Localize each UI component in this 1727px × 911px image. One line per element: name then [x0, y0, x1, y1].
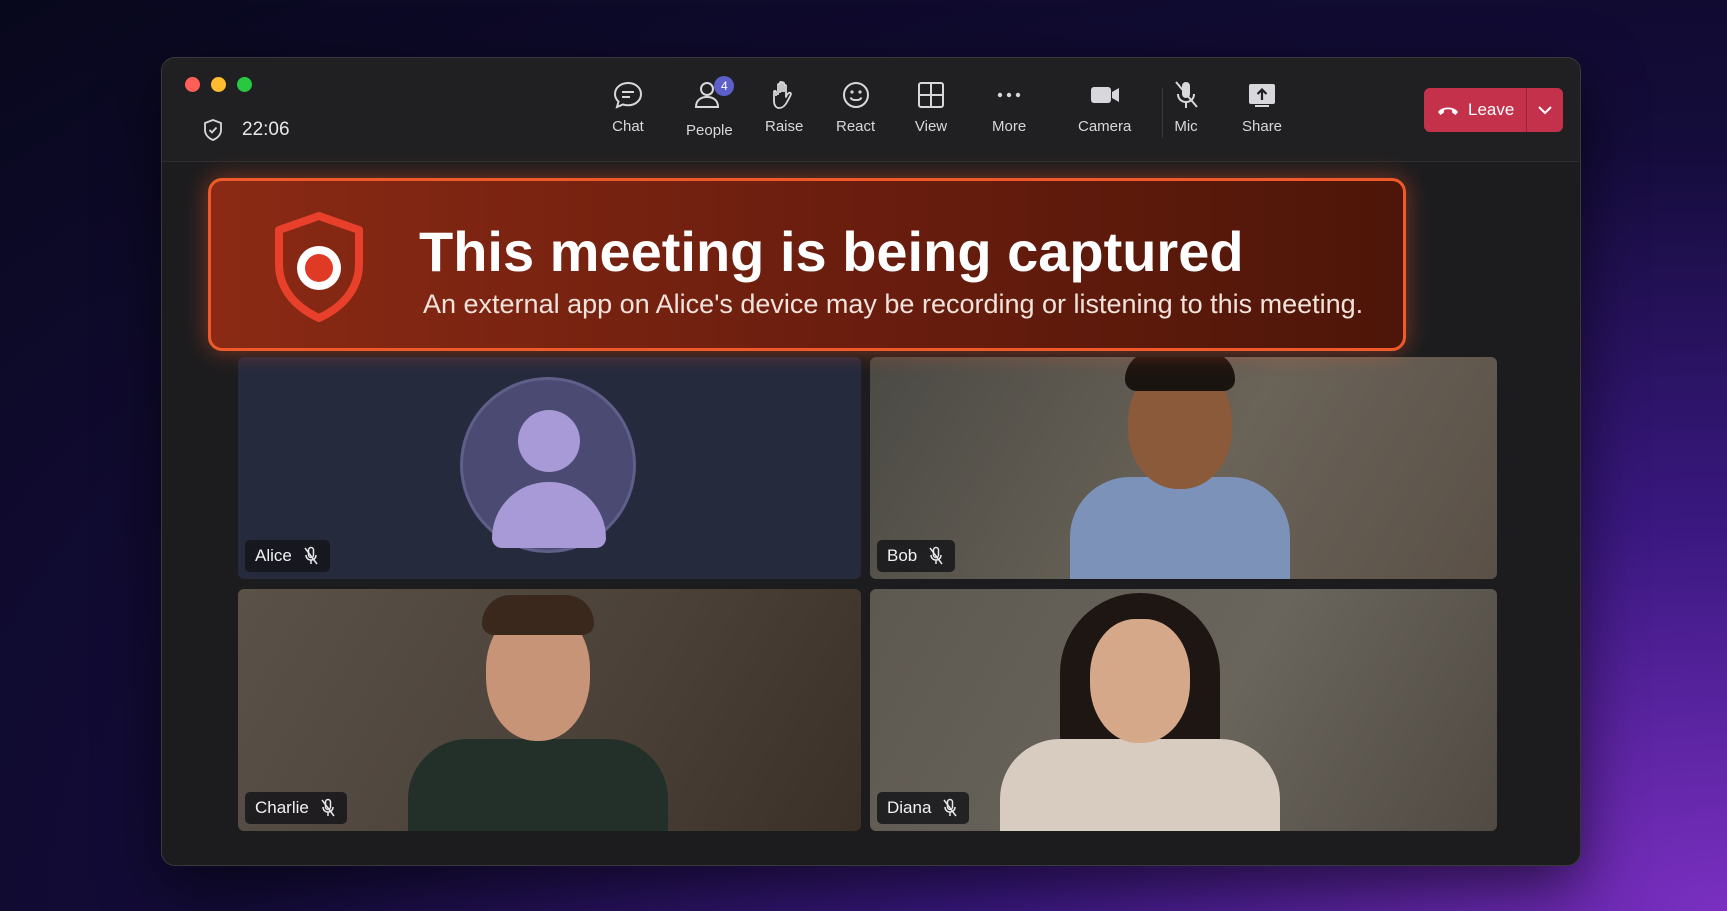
participant-name: Bob [887, 546, 918, 565]
leave-label: Leave [1468, 100, 1515, 119]
shield-icon [204, 119, 222, 141]
participant-name: Charlie [255, 798, 309, 817]
share-button[interactable]: Share [1242, 78, 1282, 152]
leave-main-button[interactable]: Leave [1424, 88, 1526, 132]
react-button[interactable]: React [836, 78, 875, 152]
hand-icon [773, 81, 792, 109]
default-avatar-icon [460, 377, 636, 553]
mic-off-icon [929, 546, 943, 565]
leave-button[interactable]: Leave [1424, 88, 1563, 132]
title-bar: 22:06 Chat 4 People Raise React View Mor… [162, 58, 1580, 162]
ellipsis-icon [997, 92, 1021, 98]
leave-options-dropdown[interactable] [1526, 88, 1563, 132]
name-tag: Alice [245, 540, 330, 572]
people-label: People [686, 122, 733, 139]
mic-off-icon [304, 546, 318, 565]
chat-label: Chat [612, 118, 644, 135]
hang-up-icon [1438, 107, 1458, 115]
camera-label: Camera [1078, 118, 1132, 135]
people-count-badge: 4 [714, 76, 735, 96]
minimize-window-button[interactable] [211, 77, 226, 92]
banner-title: This meeting is being captured [419, 220, 1244, 283]
react-label: React [836, 118, 876, 135]
share-screen-icon [1249, 84, 1276, 107]
chevron-down-icon [1538, 106, 1552, 115]
participant-tile-diana[interactable]: Diana [870, 589, 1497, 831]
capture-warning-banner: This meeting is being captured An extern… [208, 178, 1406, 351]
participant-name: Alice [255, 546, 292, 565]
close-window-button[interactable] [185, 77, 200, 92]
raise-label: Raise [765, 118, 804, 135]
participant-tile-bob[interactable]: Bob [870, 357, 1497, 579]
banner-subtitle: An external app on Alice's device may be… [423, 289, 1364, 319]
smiley-icon [842, 82, 869, 108]
participant-tile-charlie[interactable]: Charlie [238, 589, 861, 831]
toolbar-divider [1162, 88, 1163, 138]
raise-hand-button[interactable]: Raise [765, 78, 803, 152]
mic-off-icon [321, 798, 335, 817]
participant-video [1000, 589, 1280, 831]
chat-icon [613, 81, 643, 109]
name-tag: Charlie [245, 792, 347, 824]
view-button[interactable]: View [914, 78, 948, 152]
participant-name: Diana [887, 798, 932, 817]
more-button[interactable]: More [992, 78, 1026, 152]
more-label: More [992, 118, 1027, 135]
participant-video [1070, 357, 1290, 579]
camera-icon [1090, 87, 1119, 103]
participant-tile-alice[interactable]: Alice [238, 357, 861, 579]
name-tag: Bob [877, 540, 956, 572]
camera-button[interactable]: Camera [1078, 78, 1131, 152]
name-tag: Diana [877, 792, 970, 824]
mic-button[interactable]: Mic [1169, 78, 1203, 152]
view-label: View [914, 118, 948, 135]
people-button[interactable]: 4 People [686, 76, 735, 152]
mic-off-icon [943, 798, 958, 817]
chat-button[interactable]: Chat [611, 78, 645, 152]
share-label: Share [1242, 118, 1283, 135]
maximize-window-button[interactable] [237, 77, 252, 92]
participant-video [398, 589, 678, 831]
grid-view-icon [918, 82, 944, 108]
recording-shield-icon [275, 212, 363, 322]
meeting-timer: 22:06 [202, 118, 290, 142]
timer-text: 22:06 [242, 119, 290, 140]
meeting-window: 22:06 Chat 4 People Raise React View Mor… [161, 57, 1581, 866]
mic-label: Mic [1174, 118, 1198, 135]
mic-off-icon [1175, 81, 1198, 108]
